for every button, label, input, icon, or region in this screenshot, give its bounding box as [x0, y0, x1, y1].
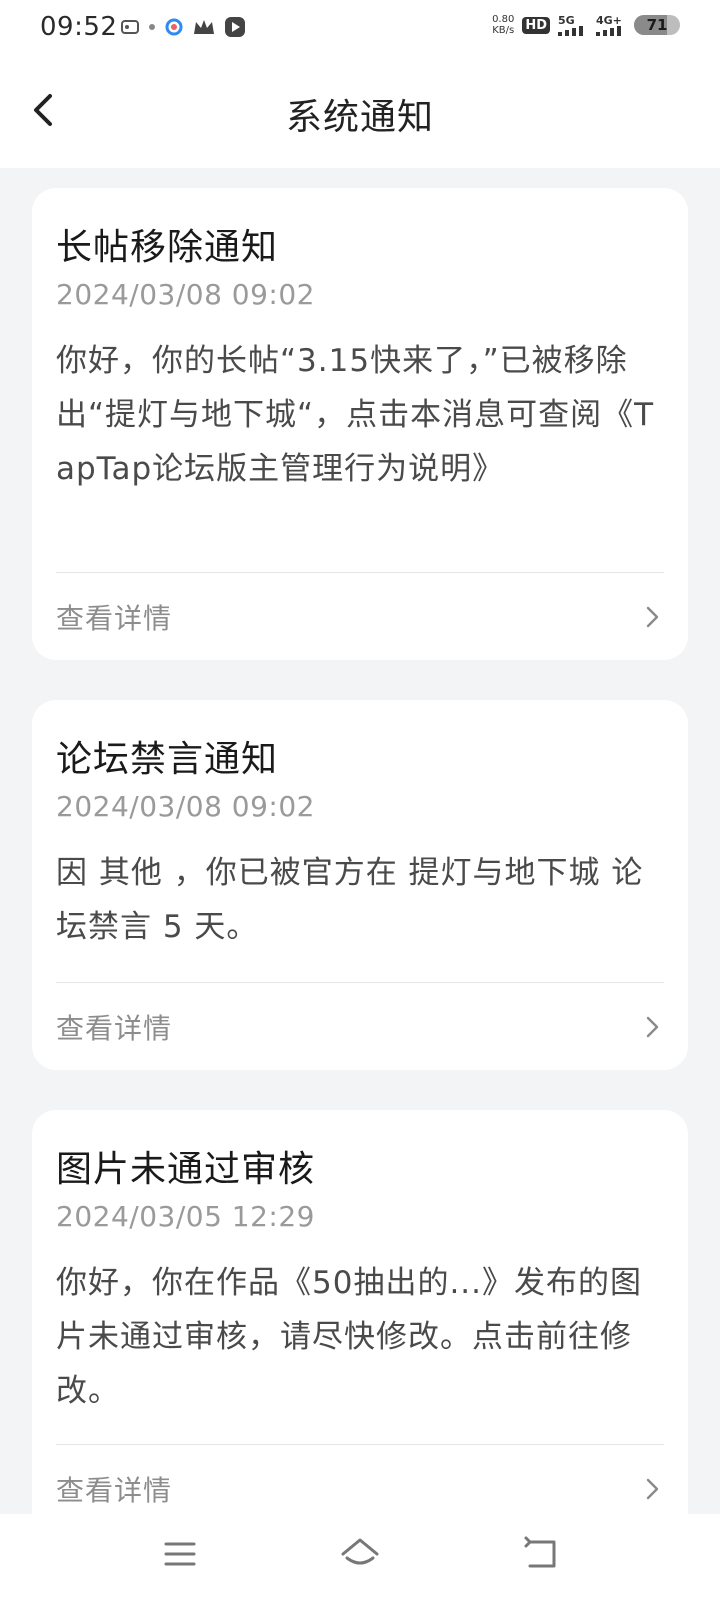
- colorful-app-icon: [165, 18, 183, 36]
- status-bar: 09:52 0.80 KB/s HD 5G 4G+ 71: [0, 0, 720, 56]
- notification-date: 2024/03/08 09:02: [56, 790, 315, 823]
- view-details-label: 查看详情: [56, 1012, 173, 1045]
- sim2-label: 4G+: [596, 13, 622, 27]
- dot-icon: [149, 24, 155, 30]
- signal-bars-icon: [596, 25, 621, 36]
- notification-date: 2024/03/08 09:02: [56, 278, 315, 311]
- divider: [56, 1444, 664, 1445]
- divider: [56, 572, 664, 573]
- chevron-right-icon: [646, 1478, 659, 1500]
- home-icon: [341, 1538, 379, 1565]
- sim2-signal-icon: 4G+: [596, 15, 626, 36]
- chevron-right-icon: [646, 606, 659, 628]
- notification-card[interactable]: 图片未通过审核 2024/03/05 12:29 你好，你在作品《50抽出的..…: [32, 1110, 688, 1514]
- view-details-label: 查看详情: [56, 1474, 173, 1507]
- notification-list[interactable]: 长帖移除通知 2024/03/08 09:02 你好，你的长帖“3.15快来了，…: [0, 168, 720, 1514]
- page-title: 系统通知: [285, 97, 434, 138]
- battery-level: 71: [646, 16, 668, 34]
- signal-bars-icon: [558, 25, 583, 36]
- return-icon: [524, 1536, 556, 1568]
- notification-body: 你好，你的长帖“3.15快来了，”已被移除出“提灯与地下城“，点击本消息可查阅《…: [56, 343, 655, 487]
- battery-icon: 71: [634, 15, 680, 35]
- notification-date: 2024/03/05 12:29: [56, 1200, 315, 1233]
- notification-card[interactable]: 论坛禁言通知 2024/03/08 09:02 因 其他 ，你已被官方在 提灯与…: [32, 700, 688, 1070]
- status-time: 09:52: [40, 12, 118, 42]
- app-notification-icon: [121, 20, 139, 34]
- view-details-link[interactable]: 查看详情: [56, 1002, 664, 1052]
- page-header: 系统通知: [0, 56, 720, 168]
- play-icon: [225, 17, 245, 37]
- menu-icon: [164, 1542, 196, 1566]
- sim1-signal-icon: 5G: [558, 15, 588, 36]
- hd-icon: HD: [522, 16, 550, 34]
- divider: [56, 982, 664, 983]
- hd-label: HD: [525, 17, 547, 33]
- crown-icon: [194, 20, 214, 34]
- notification-card[interactable]: 长帖移除通知 2024/03/08 09:02 你好，你的长帖“3.15快来了，…: [32, 188, 688, 660]
- notification-title: 长帖移除通知: [56, 227, 279, 268]
- notification-body: 因 其他 ，你已被官方在 提灯与地下城 论坛禁言 5 天。: [56, 855, 644, 945]
- net-speed: 0.80 KB/s: [492, 14, 514, 36]
- chevron-right-icon: [646, 1016, 659, 1038]
- view-details-link[interactable]: 查看详情: [56, 1464, 664, 1514]
- sim1-label: 5G: [558, 13, 575, 27]
- menu-button[interactable]: [156, 1530, 204, 1578]
- system-navigation-bar: [0, 1514, 720, 1600]
- net-speed-unit: KB/s: [492, 25, 515, 36]
- status-right-icons: 0.80 KB/s HD 5G 4G+ 71: [492, 14, 680, 36]
- notification-icons: [120, 16, 246, 38]
- notification-title: 图片未通过审核: [56, 1149, 316, 1190]
- view-details-label: 查看详情: [56, 602, 173, 635]
- notification-title: 论坛禁言通知: [56, 739, 279, 780]
- view-details-link[interactable]: 查看详情: [56, 592, 664, 642]
- home-button[interactable]: [336, 1530, 384, 1578]
- return-button[interactable]: [516, 1530, 564, 1578]
- notification-body: 你好，你在作品《50抽出的...》发布的图片未通过审核，请尽快修改。点击前往修改…: [56, 1265, 643, 1409]
- net-speed-value: 0.80: [492, 14, 515, 25]
